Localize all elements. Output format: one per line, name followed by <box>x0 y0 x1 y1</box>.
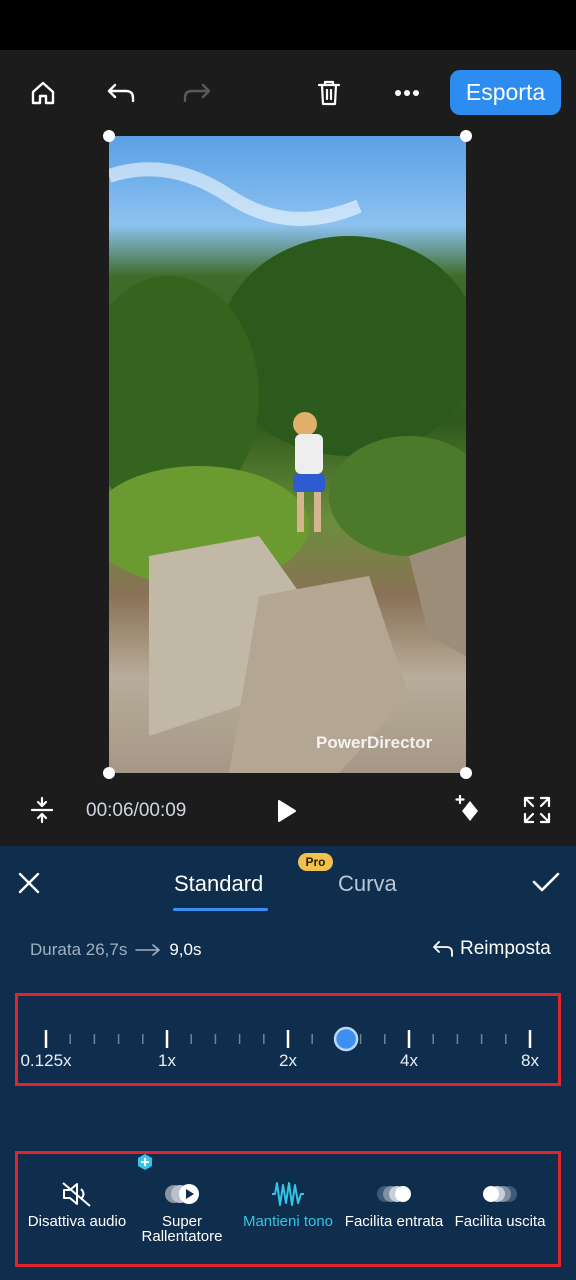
super-slowmo-label: Super Rallentatore <box>141 1213 223 1245</box>
slider-knob[interactable] <box>333 1026 359 1052</box>
mute-audio-option[interactable]: Disattiva audio <box>22 1180 132 1229</box>
timecode: 00:06/00:09 <box>86 800 187 821</box>
keep-pitch-label: Mantieni tono <box>242 1213 334 1230</box>
ease-in-label: Facilita entrata <box>344 1213 444 1230</box>
reset-icon <box>433 941 453 957</box>
reset-label: Reimposta <box>460 938 551 959</box>
active-tab-indicator <box>173 908 268 911</box>
new-duration: 9,0s <box>169 940 202 959</box>
pro-badge: Pro <box>298 853 333 871</box>
duration-info: Durata 26,7s 9,0s <box>30 940 201 960</box>
pitch-icon <box>272 1182 304 1206</box>
redo-icon[interactable] <box>178 74 216 112</box>
crop-handle[interactable] <box>103 130 115 142</box>
undo-icon[interactable] <box>102 74 140 112</box>
confirm-icon[interactable] <box>530 866 562 898</box>
tick-label: 4x <box>400 1051 418 1070</box>
tab-standard[interactable]: Standard <box>174 871 263 897</box>
keyframe-icon[interactable] <box>452 792 486 826</box>
crop-handle[interactable] <box>460 767 472 779</box>
tab-curve[interactable]: Curva <box>338 871 397 897</box>
fullscreen-icon[interactable] <box>520 793 554 827</box>
split-icon[interactable] <box>26 794 58 826</box>
ease-out-icon <box>483 1186 517 1202</box>
crop-handle[interactable] <box>103 767 115 779</box>
ease-out-label: Facilita uscita <box>454 1213 546 1230</box>
keep-pitch-option[interactable]: Mantieni tono <box>238 1180 338 1229</box>
more-icon[interactable] <box>388 74 426 112</box>
video-frame <box>109 162 466 773</box>
ease-in-option[interactable]: Facilita entrata <box>340 1180 448 1229</box>
status-bar <box>0 0 576 50</box>
crop-handle[interactable] <box>460 130 472 142</box>
mute-icon <box>62 1182 91 1207</box>
home-icon[interactable] <box>24 74 62 112</box>
arrow-right-icon <box>135 944 161 956</box>
super-slowmo-icon <box>165 1184 199 1204</box>
play-icon[interactable] <box>270 794 304 828</box>
reset-button[interactable]: Reimposta <box>432 938 551 960</box>
mute-audio-label: Disattiva audio <box>27 1213 127 1230</box>
original-duration: Durata 26,7s <box>30 940 128 959</box>
ai-badge-icon <box>138 1154 152 1170</box>
tick-label: 8x <box>521 1051 539 1070</box>
ease-out-option[interactable]: Facilita uscita <box>448 1180 552 1229</box>
ease-in-icon <box>377 1186 411 1202</box>
close-icon[interactable] <box>14 868 44 898</box>
trash-icon[interactable] <box>310 74 348 112</box>
tick-label: 1x <box>158 1051 176 1070</box>
super-slowmo-option[interactable]: Super Rallentatore <box>132 1154 232 1245</box>
tick-label: 0.125x <box>20 1051 72 1070</box>
tick-label: 2x <box>279 1051 297 1070</box>
watermark: PowerDirector <box>316 733 433 752</box>
video-preview[interactable] <box>109 136 466 773</box>
export-button[interactable]: Esporta <box>450 70 561 115</box>
